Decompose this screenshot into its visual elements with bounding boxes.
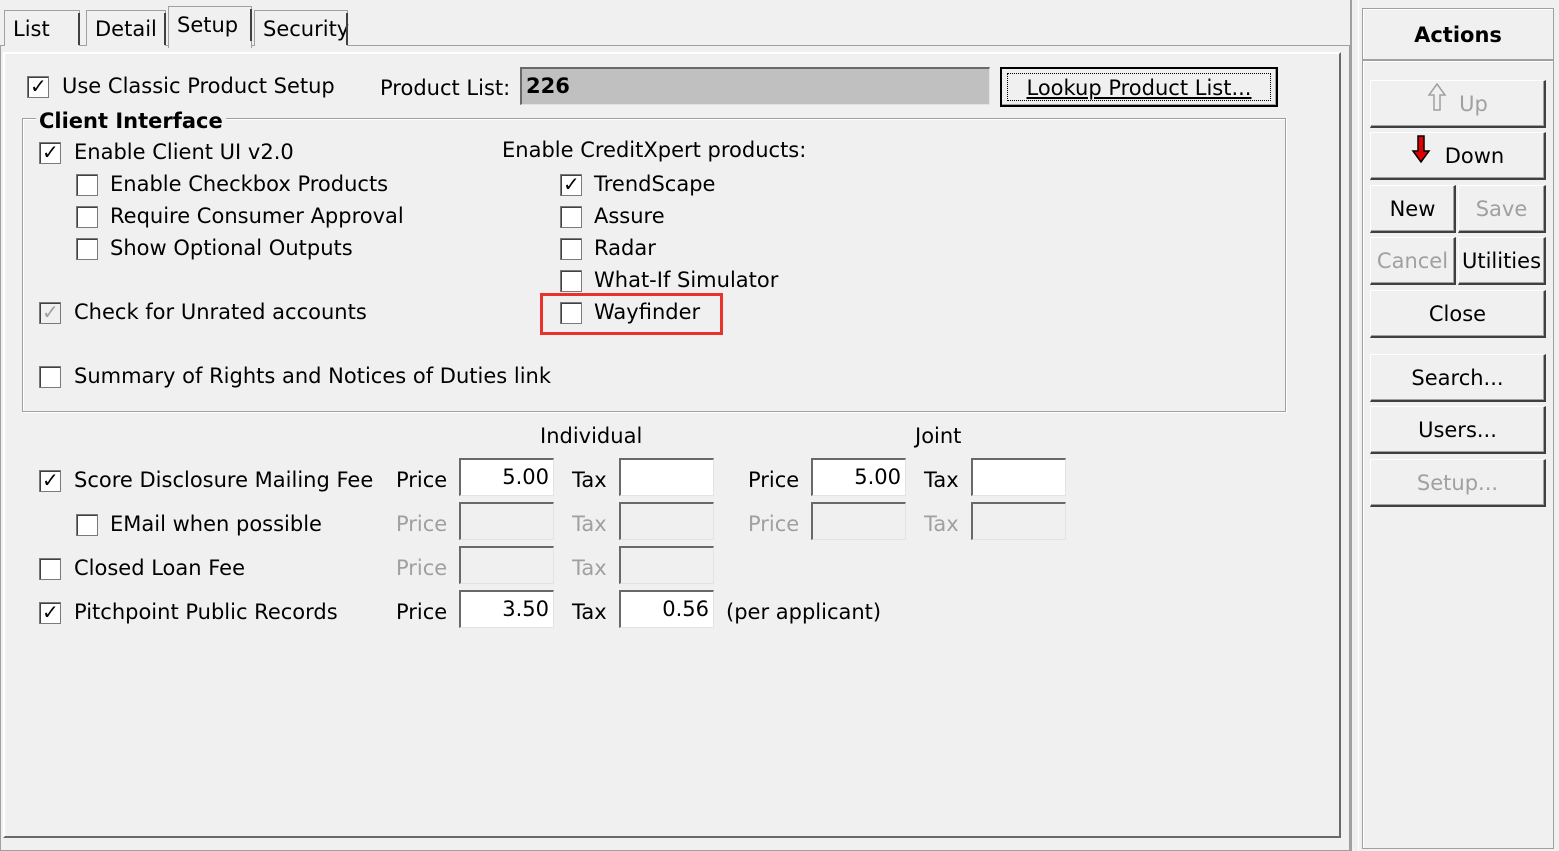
tab-list-label: List — [13, 17, 50, 41]
score-disclosure-joint-price-label: Price — [748, 468, 800, 492]
show-optional-outputs-label: Show Optional Outputs — [110, 236, 353, 260]
down-button[interactable]: Down — [1370, 132, 1546, 180]
pitchpoint-checkbox[interactable]: ✓ — [39, 600, 61, 624]
enable-checkbox-products-checkbox[interactable] — [76, 174, 98, 196]
tab-detail[interactable]: Detail — [86, 10, 166, 46]
enable-checkbox-products-label: Enable Checkbox Products — [110, 172, 389, 196]
search-button[interactable]: Search... — [1370, 354, 1546, 402]
product-list-field: 226 — [520, 67, 990, 105]
assure-label: Assure — [594, 204, 665, 228]
setup-button: Setup... — [1370, 459, 1546, 507]
score-disclosure-ind-tax-field[interactable] — [619, 458, 714, 496]
cancel-button: Cancel — [1370, 237, 1456, 285]
trendscape-checkbox[interactable]: ✓ — [560, 172, 582, 196]
score-disclosure-ind-price-field[interactable]: 5.00 — [459, 458, 554, 496]
summary-rights-checkbox[interactable] — [39, 366, 61, 388]
pitchpoint-label: Pitchpoint Public Records — [74, 600, 338, 624]
product-list-value: 226 — [526, 74, 570, 98]
radar-label: Radar — [594, 236, 656, 260]
use-classic-label: Use Classic Product Setup — [62, 74, 335, 98]
wayfinder-highlight-box — [540, 293, 723, 335]
check-unrated-checkbox: ✓ — [39, 300, 61, 324]
score-disclosure-label: Score Disclosure Mailing Fee — [74, 468, 374, 492]
score-disclosure-ind-price-value: 5.00 — [502, 465, 549, 489]
pitchpoint-price-value: 3.50 — [502, 597, 549, 621]
closed-loan-fee-label: Closed Loan Fee — [74, 556, 246, 580]
lookup-product-list-label: Lookup Product List... — [1007, 73, 1271, 101]
product-list-label: Product List: — [380, 76, 511, 100]
panel-separator — [1350, 0, 1359, 851]
email-when-possible-checkbox[interactable] — [76, 514, 98, 536]
tab-list[interactable]: List — [4, 10, 80, 46]
per-applicant-note: (per applicant) — [726, 600, 882, 624]
check-icon: ✓ — [42, 140, 59, 164]
show-optional-outputs-checkbox[interactable] — [76, 238, 98, 260]
tab-setup[interactable]: Setup — [168, 6, 252, 48]
pitchpoint-price-label: Price — [396, 600, 448, 624]
require-consumer-approval-label: Require Consumer Approval — [110, 204, 404, 228]
closed-loan-tax-label: Tax — [572, 556, 607, 580]
client-interface-title: Client Interface — [36, 108, 226, 134]
arrow-up-icon — [1427, 82, 1447, 128]
creditxpert-label: Enable CreditXpert products: — [502, 138, 807, 162]
enable-client-ui-checkbox[interactable]: ✓ — [39, 140, 61, 164]
tab-security[interactable]: Security — [254, 10, 350, 46]
pitchpoint-tax-field[interactable]: 0.56 — [619, 590, 714, 628]
arrow-down-icon — [1411, 134, 1431, 180]
close-button[interactable]: Close — [1370, 290, 1546, 338]
users-button[interactable]: Users... — [1370, 406, 1546, 454]
score-disclosure-ind-price-label: Price — [396, 468, 448, 492]
email-joint-price-label: Price — [748, 512, 800, 536]
tab-security-label: Security — [263, 17, 350, 41]
new-button[interactable]: New — [1370, 185, 1456, 233]
score-disclosure-ind-tax-label: Tax — [572, 468, 607, 492]
enable-client-ui-label: Enable Client UI v2.0 — [74, 140, 294, 164]
closed-loan-tax-field — [619, 546, 714, 584]
lookup-product-list-button[interactable]: Lookup Product List... — [1000, 67, 1278, 107]
use-classic-checkbox[interactable]: ✓ — [27, 74, 49, 98]
tab-detail-label: Detail — [95, 17, 157, 41]
what-if-simulator-label: What-If Simulator — [594, 268, 779, 292]
email-ind-tax-field — [619, 502, 714, 540]
tab-setup-label: Setup — [177, 13, 239, 37]
check-icon: ✓ — [42, 600, 59, 624]
utilities-button[interactable]: Utilities — [1458, 237, 1546, 285]
email-ind-price-label: Price — [396, 512, 448, 536]
require-consumer-approval-checkbox[interactable] — [76, 206, 98, 228]
check-icon: ✓ — [42, 468, 59, 492]
individual-header: Individual — [540, 424, 643, 448]
up-button-label: Up — [1459, 92, 1488, 116]
closed-loan-fee-checkbox[interactable] — [39, 558, 61, 580]
save-button: Save — [1458, 185, 1546, 233]
check-icon: ✓ — [30, 74, 47, 98]
closed-loan-price-field — [459, 546, 554, 584]
up-button: Up — [1370, 80, 1546, 128]
radar-checkbox[interactable] — [560, 238, 582, 260]
down-button-label: Down — [1444, 144, 1505, 168]
check-icon: ✓ — [563, 172, 580, 196]
pitchpoint-tax-value: 0.56 — [662, 597, 709, 621]
email-when-possible-label: EMail when possible — [110, 512, 322, 536]
what-if-simulator-checkbox[interactable] — [560, 270, 582, 292]
email-joint-tax-label: Tax — [924, 512, 959, 536]
score-disclosure-joint-tax-field[interactable] — [971, 458, 1066, 496]
email-joint-price-field — [811, 502, 906, 540]
email-joint-tax-field — [971, 502, 1066, 540]
check-unrated-label: Check for Unrated accounts — [74, 300, 367, 324]
score-disclosure-joint-price-field[interactable]: 5.00 — [811, 458, 906, 496]
email-ind-price-field — [459, 502, 554, 540]
assure-checkbox[interactable] — [560, 206, 582, 228]
pitchpoint-tax-label: Tax — [572, 600, 607, 624]
check-icon: ✓ — [42, 300, 59, 324]
closed-loan-price-label: Price — [396, 556, 448, 580]
trendscape-label: TrendScape — [594, 172, 716, 196]
summary-rights-label: Summary of Rights and Notices of Duties … — [74, 364, 552, 388]
pitchpoint-price-field[interactable]: 3.50 — [459, 590, 554, 628]
joint-header: Joint — [915, 424, 962, 448]
score-disclosure-checkbox[interactable]: ✓ — [39, 468, 61, 492]
score-disclosure-joint-price-value: 5.00 — [854, 465, 901, 489]
score-disclosure-joint-tax-label: Tax — [924, 468, 959, 492]
email-ind-tax-label: Tax — [572, 512, 607, 536]
actions-header: Actions — [1362, 8, 1554, 60]
